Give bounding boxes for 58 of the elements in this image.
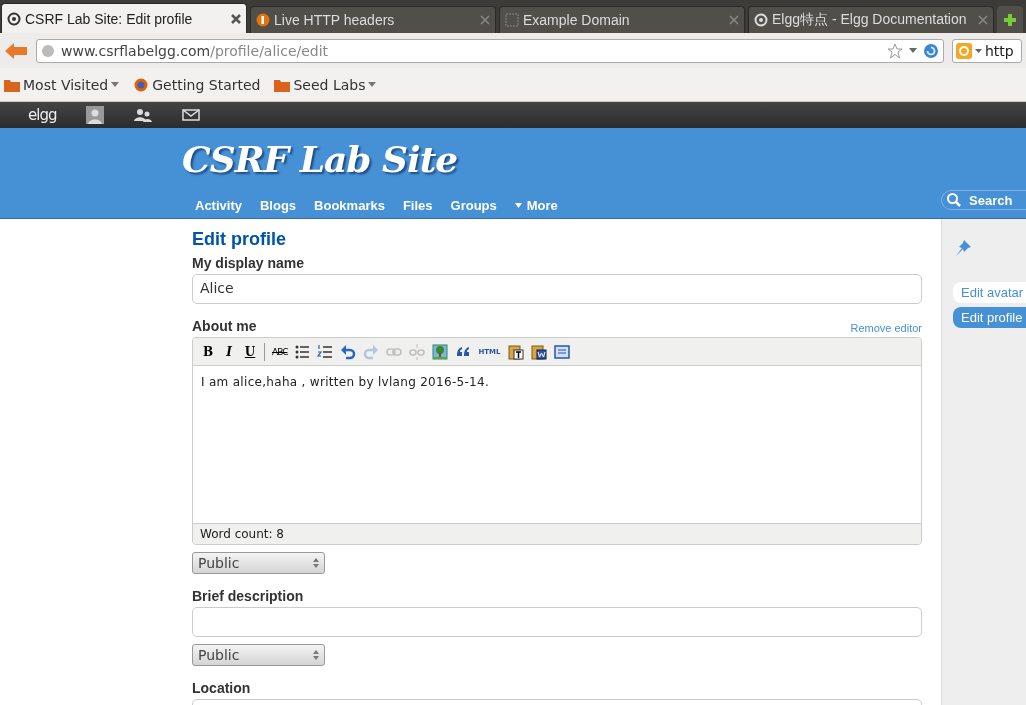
- url-text: www.csrflabelgg.com/profile/alice/edit: [61, 42, 330, 59]
- input-field[interactable]: [192, 607, 922, 637]
- access-dropdown[interactable]: Public: [192, 644, 325, 666]
- address-bar[interactable]: www.csrflabelgg.com/profile/alice/edit: [36, 38, 944, 63]
- bold-button[interactable]: B: [201, 344, 215, 359]
- field-label: Brief description: [192, 588, 305, 604]
- undo-icon[interactable]: [340, 343, 357, 360]
- page-heading: Edit profile: [192, 229, 287, 250]
- paste-text-icon[interactable]: [507, 343, 524, 360]
- favicon-icon: [256, 13, 270, 27]
- avatar-icon[interactable]: [86, 106, 105, 124]
- fullscreen-icon[interactable]: [553, 343, 570, 360]
- folder-icon: [274, 77, 291, 92]
- bullets-icon[interactable]: [294, 343, 311, 360]
- underline-button[interactable]: U: [243, 344, 257, 359]
- field-label: My display name: [192, 255, 306, 271]
- close-icon[interactable]: [231, 13, 241, 24]
- dropdown-icon: [975, 48, 982, 53]
- favicon-icon: [7, 11, 21, 26]
- back-arrow-icon[interactable]: [4, 41, 28, 60]
- search-engine-icon: [956, 42, 972, 59]
- elgg-logo[interactable]: elgg: [28, 106, 57, 124]
- folder-icon: [4, 77, 20, 92]
- browser-tab[interactable]: Example Domain: [499, 6, 745, 33]
- favicon-icon: [754, 13, 768, 27]
- favicon-icon: [505, 13, 519, 27]
- strike-button[interactable]: ABC: [272, 346, 288, 357]
- mail-icon[interactable]: [182, 109, 201, 121]
- spinner-arrows-icon: [313, 558, 319, 568]
- word-count: Word count: 8: [193, 523, 921, 544]
- globe-icon: [41, 43, 55, 58]
- reload-icon[interactable]: [923, 42, 939, 59]
- field-label: Location: [192, 680, 252, 696]
- bookmark-item[interactable]: Getting Started: [133, 76, 261, 93]
- browser-tab[interactable]: CSRF Lab Site: Edit profile: [1, 3, 247, 33]
- browser-tab[interactable]: Elgg特点 - Elgg Documentation: [748, 6, 994, 33]
- search-engine-field[interactable]: http: [952, 38, 1022, 63]
- plus-icon: [1003, 12, 1017, 27]
- caret-icon: [514, 203, 522, 208]
- access-dropdown[interactable]: Public: [192, 552, 325, 574]
- editor-text: I am alice,haha , written by lvlang 2016-5-14.: [200, 374, 491, 391]
- numbers-icon[interactable]: [317, 343, 334, 360]
- star-icon[interactable]: [887, 42, 903, 59]
- paste-word-icon[interactable]: [530, 343, 547, 360]
- friends-icon[interactable]: [134, 108, 153, 122]
- remove-editor-link[interactable]: Remove editor: [850, 322, 922, 334]
- pin-icon: [954, 239, 972, 257]
- new-tab-button[interactable]: [997, 6, 1023, 33]
- dropdown-icon[interactable]: [909, 48, 917, 53]
- browser-tab[interactable]: Live HTTP headers: [250, 6, 496, 33]
- spinner-arrows-icon: [313, 650, 319, 660]
- search-icon: [947, 193, 961, 207]
- input-field[interactable]: Alice: [192, 274, 922, 304]
- bookmark-item[interactable]: Seed Labs: [274, 76, 377, 93]
- italic-button[interactable]: I: [222, 344, 236, 359]
- field-label: About me: [192, 318, 257, 334]
- image-icon[interactable]: [432, 343, 449, 360]
- bookmark-item[interactable]: Most Visited: [4, 76, 120, 93]
